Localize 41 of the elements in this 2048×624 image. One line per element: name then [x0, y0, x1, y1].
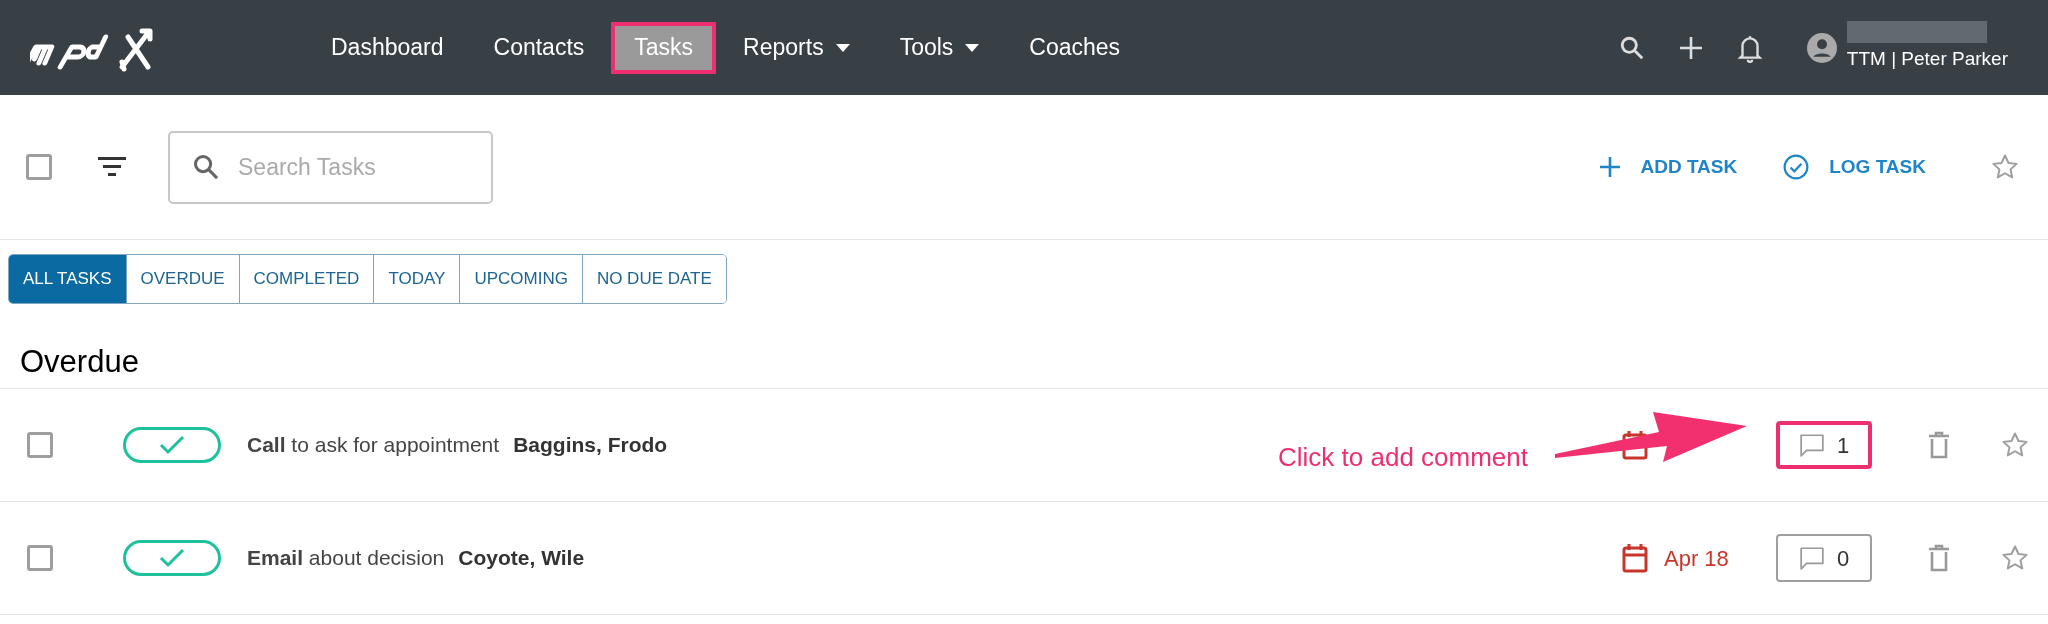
checkbox[interactable]	[27, 432, 53, 458]
complete-button[interactable]	[123, 427, 221, 463]
nav-link[interactable]: Reports	[724, 25, 869, 70]
due-date: Apr 18	[1664, 545, 1729, 571]
account-name[interactable]: TTM | Peter Parker	[1846, 45, 2008, 74]
contact-name[interactable]: Baggins, Frodo	[513, 429, 668, 461]
checkbox[interactable]	[27, 545, 53, 571]
annotation-text: Click to add comment	[1278, 441, 1528, 474]
contact-name[interactable]: Coyote, Wile	[458, 542, 585, 574]
avatar-icon[interactable]	[1806, 32, 1837, 63]
plus-icon[interactable]	[1678, 35, 1703, 60]
filter-tab[interactable]: ALL TASKS	[9, 255, 126, 303]
nav-link[interactable]: Contacts	[474, 25, 604, 70]
caret-icon	[965, 43, 980, 52]
check-icon	[159, 435, 185, 455]
comment-icon	[1798, 432, 1825, 458]
action-button[interactable]: ADD TASK	[1600, 152, 1738, 182]
search-icon[interactable]	[1618, 34, 1645, 61]
caret-icon	[835, 43, 850, 52]
check-icon	[159, 548, 185, 568]
filter-tab[interactable]: NO DUE DATE	[581, 255, 726, 303]
task-summary[interactable]: Email about decision	[247, 542, 445, 574]
calendar-icon	[1622, 543, 1648, 573]
plus-icon	[1600, 157, 1621, 177]
comment-button[interactable]: 1	[1776, 421, 1872, 469]
comment-icon	[1798, 545, 1825, 571]
filter-icon[interactable]	[98, 157, 126, 177]
nav-link[interactable]: Coaches	[1010, 25, 1140, 70]
comment-button[interactable]: 0	[1776, 534, 1872, 582]
checkbox[interactable]	[26, 154, 52, 180]
nav-link[interactable]: Dashboard	[312, 25, 463, 70]
search-field[interactable]: Search Tasks	[168, 130, 493, 204]
task-summary[interactable]: Call to ask for appointment	[247, 429, 500, 461]
check-circle-icon	[1783, 154, 1810, 180]
trash-icon[interactable]	[1928, 431, 1950, 459]
complete-button[interactable]	[123, 540, 221, 576]
action-button[interactable]: LOG TASK	[1783, 152, 1926, 182]
search-icon	[192, 152, 220, 181]
nav-link[interactable]: Tools	[880, 25, 999, 70]
trash-icon[interactable]	[1928, 544, 1950, 572]
section-title: Overdue	[20, 344, 140, 380]
